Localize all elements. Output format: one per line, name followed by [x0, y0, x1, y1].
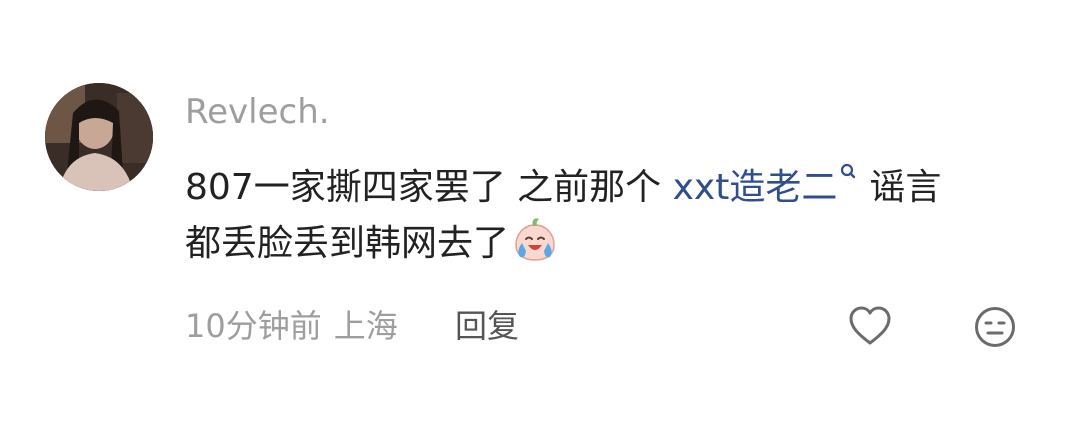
comment-time: 10分钟前	[185, 307, 322, 345]
search-icon[interactable]	[839, 163, 857, 183]
comment-location: 上海	[333, 307, 398, 345]
comment-text-segment: 都丢脸丢到韩网去了	[185, 223, 510, 264]
comment-line-1: 807一家撕四家罢了 之前那个 xxt造老二 谣言	[185, 160, 1045, 215]
topic-link[interactable]: xxt造老二	[673, 167, 838, 208]
comment-text: 807一家撕四家罢了 之前那个 xxt造老二 谣言 都丢脸丢到韩网去了	[185, 160, 1045, 270]
heart-icon[interactable]	[848, 305, 892, 347]
comment-line-2: 都丢脸丢到韩网去了	[185, 215, 1045, 270]
username[interactable]: Revlech.	[185, 92, 330, 132]
comment-text-segment: 谣言	[869, 167, 942, 208]
reply-button[interactable]: 回复	[455, 304, 519, 348]
comment-text-segment: 807一家撕四家罢了 之前那个	[185, 167, 673, 208]
crying-laughing-emoji-icon	[515, 218, 555, 261]
user-avatar[interactable]	[45, 83, 153, 191]
comment-meta: 10分钟前 上海	[185, 304, 398, 348]
face-icon[interactable]	[973, 305, 1017, 349]
comment-item: Revlech. 807一家撕四家罢了 之前那个 xxt造老二 谣言 都丢脸丢到韩…	[0, 0, 1079, 425]
